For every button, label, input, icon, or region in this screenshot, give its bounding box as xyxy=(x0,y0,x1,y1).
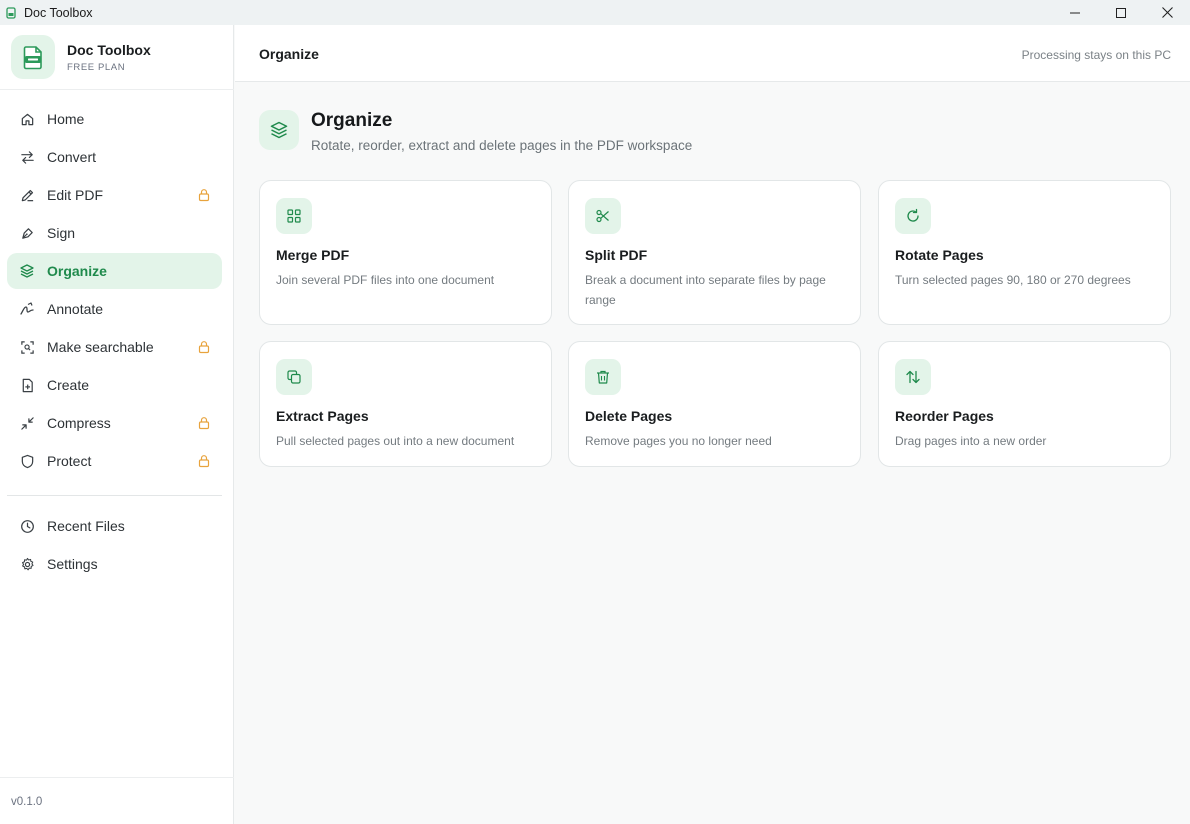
sidebar-item-label: Edit PDF xyxy=(47,187,104,203)
card-title: Merge PDF xyxy=(276,247,350,263)
sidebar-nav: Home Convert Edit PDF Sign Organize Anno… xyxy=(7,101,222,481)
reorder-arrows-icon xyxy=(895,359,931,395)
rotate-icon xyxy=(895,198,931,234)
close-icon xyxy=(1161,7,1173,18)
pencil-icon xyxy=(19,187,35,203)
convert-arrows-icon xyxy=(19,149,35,165)
sidebar-item-label: Convert xyxy=(47,149,97,165)
sidebar-item-compress[interactable]: Compress xyxy=(7,405,222,441)
card-title: Delete Pages xyxy=(585,408,673,424)
divider xyxy=(0,777,234,778)
close-button[interactable] xyxy=(1144,0,1190,25)
card-description: Join several PDF files into one document xyxy=(276,273,495,287)
sidebar-item-label: Settings xyxy=(47,556,98,572)
sidebar-item-recent-files[interactable]: Recent Files xyxy=(7,508,222,544)
card-title: Extract Pages xyxy=(276,408,369,424)
tool-card-merge-pdf[interactable]: Merge PDF Join several PDF files into on… xyxy=(259,180,552,325)
plan-badge: FREE PLAN xyxy=(67,61,126,73)
sidebar-item-sign[interactable]: Sign xyxy=(7,215,222,251)
version-label: v0.1.0 xyxy=(11,796,43,808)
sidebar-item-label: Organize xyxy=(47,263,107,279)
trash-icon xyxy=(585,359,621,395)
card-title: Split PDF xyxy=(585,247,648,263)
tool-card-split-pdf[interactable]: Split PDF Break a document into separate… xyxy=(568,180,861,325)
sidebar-item-label: Home xyxy=(47,111,85,127)
maximize-button[interactable] xyxy=(1098,0,1144,25)
tool-card-rotate-pages[interactable]: Rotate Pages Turn selected pages 90, 180… xyxy=(878,180,1171,325)
sidebar-item-make-searchable[interactable]: Make searchable xyxy=(7,329,222,365)
sidebar-item-organize[interactable]: Organize xyxy=(7,253,222,289)
sidebar-item-label: Create xyxy=(47,377,90,393)
lock-icon xyxy=(198,341,210,354)
window-controls xyxy=(1052,0,1190,25)
sidebar-item-label: Annotate xyxy=(47,301,104,317)
scan-icon xyxy=(19,339,35,355)
tool-card-delete-pages[interactable]: Delete Pages Remove pages you no longer … xyxy=(568,341,861,467)
header-title: Organize xyxy=(259,46,319,62)
gear-icon xyxy=(19,556,35,572)
sidebar-item-home[interactable]: Home xyxy=(7,101,222,137)
tool-card-reorder-pages[interactable]: Reorder Pages Drag pages into a new orde… xyxy=(878,341,1171,467)
app-logo-icon xyxy=(11,35,55,79)
page-title: Organize xyxy=(311,110,393,131)
sidebar-item-annotate[interactable]: Annotate xyxy=(7,291,222,327)
copy-icon xyxy=(276,359,312,395)
card-description: Break a document into separate files by … xyxy=(585,273,826,307)
card-description: Remove pages you no longer need xyxy=(585,434,772,448)
home-icon xyxy=(19,111,35,127)
layers-icon xyxy=(19,263,35,279)
card-description: Pull selected pages out into a new docum… xyxy=(276,434,515,448)
sidebar-item-edit-pdf[interactable]: Edit PDF xyxy=(7,177,222,213)
page-subtitle: Rotate, reorder, extract and delete page… xyxy=(311,138,693,153)
title-bar: Doc Toolbox xyxy=(0,0,1190,25)
sidebar-item-label: Recent Files xyxy=(47,518,125,534)
sidebar-item-label: Protect xyxy=(47,453,92,469)
scissors-icon xyxy=(585,198,621,234)
signature-icon xyxy=(19,301,35,317)
minimize-window-icon xyxy=(1070,12,1080,13)
top-header: Organize Processing stays on this PC xyxy=(235,25,1190,82)
privacy-note: Processing stays on this PC xyxy=(1021,48,1171,62)
clock-icon xyxy=(19,518,35,534)
window-title: Doc Toolbox xyxy=(24,5,93,20)
tool-card-extract-pages[interactable]: Extract Pages Pull selected pages out in… xyxy=(259,341,552,467)
app-icon xyxy=(5,6,17,19)
sidebar-item-protect[interactable]: Protect xyxy=(7,443,222,479)
sidebar-item-label: Sign xyxy=(47,225,76,241)
lock-icon xyxy=(198,455,210,468)
pen-nib-icon xyxy=(19,225,35,241)
lock-icon xyxy=(198,417,210,430)
sidebar-item-settings[interactable]: Settings xyxy=(7,546,222,582)
minimize-icon xyxy=(19,415,35,431)
card-title: Reorder Pages xyxy=(895,408,994,424)
file-plus-icon xyxy=(19,377,35,393)
sidebar-item-label: Make searchable xyxy=(47,339,154,355)
sidebar-item-create[interactable]: Create xyxy=(7,367,222,403)
divider xyxy=(0,89,234,90)
merge-icon xyxy=(276,198,312,234)
sidebar: Doc Toolbox FREE PLAN Home Convert Edit … xyxy=(0,25,234,824)
card-title: Rotate Pages xyxy=(895,247,984,263)
sidebar-secondary-nav: Recent Files Settings xyxy=(7,508,222,584)
sidebar-item-label: Compress xyxy=(47,415,111,431)
brand: Doc Toolbox FREE PLAN xyxy=(11,35,151,79)
layers-icon xyxy=(259,110,299,150)
shield-icon xyxy=(19,453,35,469)
card-description: Turn selected pages 90, 180 or 270 degre… xyxy=(895,273,1131,287)
divider xyxy=(7,495,222,496)
card-description: Drag pages into a new order xyxy=(895,434,1047,448)
lock-icon xyxy=(198,189,210,202)
minimize-button[interactable] xyxy=(1052,0,1098,25)
sidebar-item-convert[interactable]: Convert xyxy=(7,139,222,175)
brand-name: Doc Toolbox xyxy=(67,41,151,58)
maximize-window-icon xyxy=(1116,7,1126,18)
